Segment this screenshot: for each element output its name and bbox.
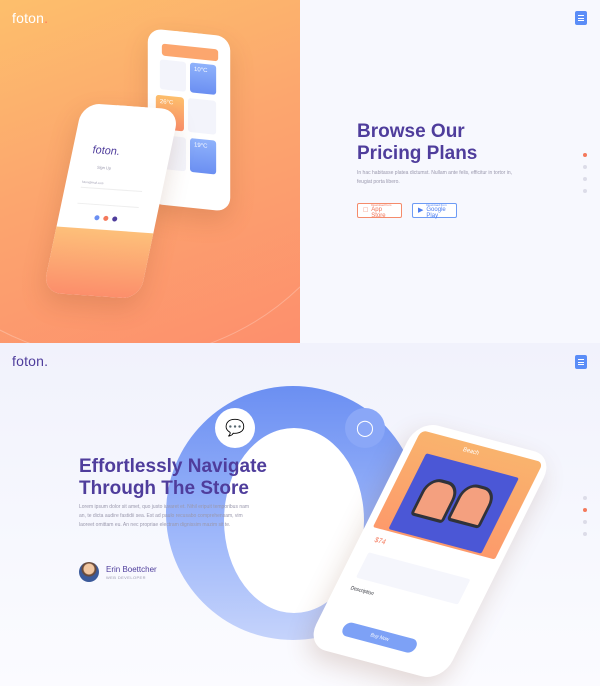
hamburger-menu-button[interactable]	[575, 11, 587, 25]
social-dot	[93, 215, 100, 221]
menu-line-icon	[578, 359, 584, 360]
hero-image-panel: 10°C 26°C 19°C foton. Sign Up foton@mail…	[0, 0, 300, 343]
author-card: Erin Boettcher WEB DEVELOPER	[79, 562, 157, 582]
social-dot	[111, 216, 118, 222]
page: 10°C 26°C 19°C foton. Sign Up foton@mail…	[0, 0, 600, 686]
page-title: Browse Our Pricing Plans	[357, 121, 557, 165]
buy-now-button[interactable]: Buy Now	[339, 621, 420, 655]
apple-icon: 	[363, 207, 368, 214]
hero-pricing-section: 10°C 26°C 19°C foton. Sign Up foton@mail…	[0, 0, 600, 343]
play-store-icon: ▶	[418, 207, 424, 214]
store-label-large: App Store	[366, 207, 393, 219]
store-navigation-section: foton. 💬 ◯ Effortlessly Navigate Through…	[0, 343, 600, 686]
phone-signup-label: Sign Up	[96, 164, 112, 171]
phone-app-logo: foton.	[91, 144, 122, 159]
phone-email-field: foton@mail.com	[80, 179, 144, 193]
weather-card-blue: 10°C	[190, 62, 217, 95]
headphones-icon: ◯	[345, 408, 385, 448]
phone-footer-gradient	[42, 226, 154, 300]
title-line: Effortlessly Navigate	[79, 456, 267, 477]
store-label-large: Google Play	[426, 206, 446, 219]
menu-line-icon	[578, 17, 584, 19]
brand-logo[interactable]: foton.	[12, 353, 48, 369]
hamburger-menu-button[interactable]	[575, 355, 587, 369]
phone-header-bar	[161, 43, 219, 62]
author-role: WEB DEVELOPER	[106, 574, 146, 580]
slide-dot[interactable]	[583, 165, 587, 169]
title-line: Pricing Plans	[357, 143, 478, 164]
store-label: Download from App Store	[371, 203, 396, 219]
author-name: Erin Boettcher	[106, 564, 157, 574]
slide-dot[interactable]	[583, 153, 587, 157]
phone-social-dots	[93, 215, 118, 222]
google-play-button[interactable]: ▶ Download from Google Play	[412, 203, 457, 219]
slide-pagination	[583, 153, 587, 193]
menu-line-icon	[578, 364, 584, 365]
phone-notch	[115, 105, 145, 114]
section-title: Effortlessly Navigate Through The Store	[79, 456, 309, 500]
weather-card-avatar-2	[187, 98, 217, 135]
slide-dot[interactable]	[583, 508, 587, 512]
slide-dot[interactable]	[583, 496, 587, 500]
social-dot	[102, 215, 109, 222]
slide-dot[interactable]	[583, 189, 587, 193]
product-description-title: Description	[349, 585, 375, 598]
menu-line-icon	[578, 361, 584, 363]
logo-text: foton	[12, 10, 45, 26]
phone-password-field	[77, 195, 141, 209]
title-line: Through The Store	[79, 478, 249, 499]
weather-card-value: 10°C	[194, 66, 208, 75]
menu-line-icon	[578, 15, 584, 16]
brand-logo[interactable]: foton.	[12, 10, 48, 26]
slide-dot[interactable]	[583, 520, 587, 524]
weather-card-avatar	[159, 59, 186, 92]
menu-line-icon	[578, 20, 584, 21]
avatar	[79, 562, 99, 582]
store-label: Download from Google Play	[426, 203, 451, 219]
slide-dot[interactable]	[583, 177, 587, 181]
section-description: Lorem ipsum dolor sit amet, quo justo iu…	[79, 504, 250, 528]
slide-pagination	[583, 496, 587, 536]
chat-bubble-icon: 💬	[215, 408, 255, 448]
product-accessories	[355, 552, 471, 605]
weather-card-value: 26°C	[159, 99, 174, 107]
slide-dot[interactable]	[583, 532, 587, 536]
author-info: Erin Boettcher WEB DEVELOPER	[106, 565, 157, 580]
app-store-button[interactable]:  Download fromApp Store	[357, 203, 402, 219]
product-price: $74	[372, 536, 387, 547]
product-image	[388, 453, 519, 554]
hero-description: In hac habitasse platea dictumst. Nullam…	[357, 170, 512, 185]
weather-card-blue-2: 19°C	[190, 138, 217, 175]
product-category: Beach	[461, 446, 480, 457]
title-line: Browse Our	[357, 121, 465, 142]
weather-card-value: 19°C	[194, 142, 208, 150]
logo-dot: .	[44, 10, 49, 26]
